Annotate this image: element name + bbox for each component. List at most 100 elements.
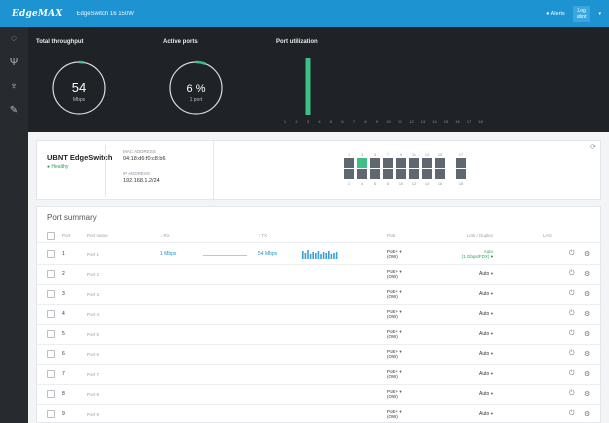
alerts-button[interactable]: ● Alerts: [546, 11, 565, 17]
port-tile[interactable]: [357, 169, 367, 179]
table-row[interactable]: 3 Port 3 PoE+ ▾ (OW) Auto ▾ ⏻ ⚙: [37, 284, 602, 305]
port-tile[interactable]: [422, 158, 432, 168]
port-name[interactable]: Port 6: [87, 352, 99, 357]
row-checkbox[interactable]: [47, 390, 55, 398]
table-row[interactable]: 9 Port 9 PoE+ ▾ (OW) Auto ▾ ⏻ ⚙: [37, 404, 602, 423]
row-checkbox[interactable]: [47, 350, 55, 358]
power-cycle-icon[interactable]: ⏻: [569, 390, 575, 398]
col-poe[interactable]: PoE: [387, 233, 396, 238]
sidebar-item-network[interactable]: ♆: [7, 79, 21, 93]
table-row[interactable]: 7 Port 7 PoE+ ▾ (OW) Auto ▾ ⏻ ⚙: [37, 364, 602, 385]
power-cycle-icon[interactable]: ⏻: [569, 410, 575, 418]
power-cycle-icon[interactable]: ⏻: [569, 270, 575, 278]
gear-icon[interactable]: ⚙: [584, 290, 590, 298]
poe-select[interactable]: PoE+ ▾ (OW): [387, 269, 402, 279]
port-tile[interactable]: [344, 169, 354, 179]
port-name[interactable]: Port 5: [87, 332, 99, 337]
row-checkbox[interactable]: [47, 250, 55, 258]
port-tile[interactable]: [396, 158, 406, 168]
sidebar-item-dashboard[interactable]: ◌: [7, 31, 21, 45]
poe-select[interactable]: PoE+ ▾ (OW): [387, 289, 402, 299]
utilization-port-label: 14: [432, 119, 437, 124]
power-cycle-icon[interactable]: ⏻: [569, 290, 575, 298]
power-cycle-icon[interactable]: ⏻: [569, 350, 575, 358]
speed-select[interactable]: Auto ▾: [433, 271, 493, 277]
power-cycle-icon[interactable]: ⏻: [569, 310, 575, 318]
gear-icon[interactable]: ⚙: [584, 330, 590, 338]
port-tile[interactable]: [370, 169, 380, 179]
power-cycle-icon[interactable]: ⏻: [569, 330, 575, 338]
col-rx[interactable]: ↓ RX: [160, 233, 170, 238]
col-speed[interactable]: Link / Duplex: [433, 233, 493, 238]
gear-icon[interactable]: ⚙: [584, 250, 590, 258]
poe-select[interactable]: PoE+ ▾ (OW): [387, 369, 402, 379]
col-port[interactable]: Port: [62, 233, 70, 238]
power-cycle-icon[interactable]: ⏻: [569, 250, 575, 258]
port-tile[interactable]: [422, 169, 432, 179]
speed-select[interactable]: Auto ▾: [433, 331, 493, 337]
port-name[interactable]: Port 3: [87, 292, 99, 297]
port-name[interactable]: Port 8: [87, 392, 99, 397]
col-lag[interactable]: LAG: [543, 233, 552, 238]
port-name[interactable]: Port 1: [87, 252, 99, 257]
row-checkbox[interactable]: [47, 410, 55, 418]
row-checkbox[interactable]: [47, 330, 55, 338]
table-row[interactable]: 6 Port 6 PoE+ ▾ (OW) Auto ▾ ⏻ ⚙: [37, 344, 602, 365]
port-tile[interactable]: [409, 158, 419, 168]
port-tile[interactable]: [357, 158, 367, 168]
col-name[interactable]: Port name: [87, 233, 108, 238]
port-tile[interactable]: [344, 158, 354, 168]
edgemax-logo[interactable]: EdgeMAX: [12, 9, 63, 19]
table-row[interactable]: 4 Port 4 PoE+ ▾ (OW) Auto ▾ ⏻ ⚙: [37, 304, 602, 325]
row-checkbox[interactable]: [47, 290, 55, 298]
power-cycle-icon[interactable]: ⏻: [569, 370, 575, 378]
port-tile[interactable]: [409, 169, 419, 179]
user-menu[interactable]: Log ubnt: [572, 5, 591, 22]
port-tile[interactable]: [435, 169, 445, 179]
poe-select[interactable]: PoE+ ▾ (OW): [387, 409, 402, 419]
info-divider: [105, 145, 106, 197]
chevron-down-icon[interactable]: ▾: [598, 11, 601, 17]
col-tx[interactable]: ↑ TX: [258, 233, 267, 238]
refresh-icon[interactable]: ⟳: [590, 143, 596, 151]
port-tile[interactable]: [435, 158, 445, 168]
port-name[interactable]: Port 9: [87, 412, 99, 417]
port-name[interactable]: Port 2: [87, 272, 99, 277]
speed-select[interactable]: Auto ▾: [433, 311, 493, 317]
select-all-checkbox[interactable]: [47, 231, 55, 240]
table-row[interactable]: 2 Port 2 PoE+ ▾ (OW) Auto ▾ ⏻ ⚙: [37, 264, 602, 285]
speed-select[interactable]: Auto ▾: [433, 391, 493, 397]
speed-select[interactable]: Auto ▾: [433, 411, 493, 417]
port-tile[interactable]: [396, 169, 406, 179]
speed-select[interactable]: Auto ▾: [433, 291, 493, 297]
poe-select[interactable]: PoE+ ▾ (OW): [387, 249, 402, 259]
gear-icon[interactable]: ⚙: [584, 390, 590, 398]
poe-select[interactable]: PoE+ ▾ (OW): [387, 309, 402, 319]
table-row[interactable]: 5 Port 5 PoE+ ▾ (OW) Auto ▾ ⏻ ⚙: [37, 324, 602, 345]
port-tile[interactable]: [456, 158, 466, 168]
gear-icon[interactable]: ⚙: [584, 270, 590, 278]
row-checkbox[interactable]: [47, 310, 55, 318]
speed-select[interactable]: Auto (1 Gbps/FDX) ▾: [433, 249, 493, 260]
gear-icon[interactable]: ⚙: [584, 310, 590, 318]
poe-select[interactable]: PoE+ ▾ (OW): [387, 329, 402, 339]
port-tile[interactable]: [383, 158, 393, 168]
poe-select[interactable]: PoE+ ▾ (OW): [387, 389, 402, 399]
gear-icon[interactable]: ⚙: [584, 410, 590, 418]
gear-icon[interactable]: ⚙: [584, 350, 590, 358]
sidebar-item-tools[interactable]: ✎: [7, 103, 21, 117]
speed-select[interactable]: Auto ▾: [433, 351, 493, 357]
port-tile[interactable]: [456, 169, 466, 179]
speed-select[interactable]: Auto ▾: [433, 371, 493, 377]
port-name[interactable]: Port 4: [87, 312, 99, 317]
sidebar-item-ports[interactable]: Ψ: [7, 55, 21, 69]
poe-select[interactable]: PoE+ ▾ (OW): [387, 349, 402, 359]
gear-icon[interactable]: ⚙: [584, 370, 590, 378]
port-tile[interactable]: [370, 158, 380, 168]
row-checkbox[interactable]: [47, 270, 55, 278]
table-row[interactable]: 1 Port 1 1 Mbps 54 Mbps PoE+ ▾ (OW) Auto (1 Gbp…: [37, 244, 602, 265]
table-row[interactable]: 8 Port 8 PoE+ ▾ (OW) Auto ▾ ⏻ ⚙: [37, 384, 602, 405]
port-name[interactable]: Port 7: [87, 372, 99, 377]
port-tile[interactable]: [383, 169, 393, 179]
row-checkbox[interactable]: [47, 370, 55, 378]
